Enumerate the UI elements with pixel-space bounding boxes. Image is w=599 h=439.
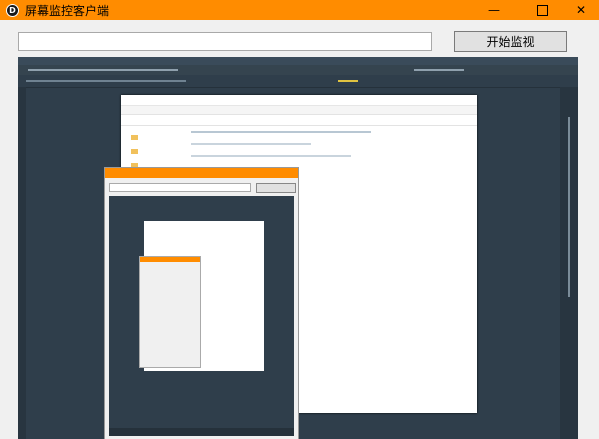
window-title: 屏幕监控客户端 xyxy=(25,3,110,18)
remote-ide-right-strip xyxy=(560,87,578,439)
remote-screen-view[interactable] xyxy=(18,57,578,439)
nested-titlebar xyxy=(105,168,298,178)
remote-toolbar-icons xyxy=(26,80,186,82)
remote-search-box xyxy=(414,69,464,71)
remote-menu-text xyxy=(28,69,178,71)
monitor-client-window: D 屏幕监控客户端 — ✕ 开始监视 xyxy=(0,0,599,439)
nested-monitor-window-2 xyxy=(139,256,201,368)
nested-address-input xyxy=(109,183,251,192)
remote-vertical-text xyxy=(568,117,570,297)
app-logo-icon: D xyxy=(6,3,19,17)
nested-monitor-window xyxy=(104,167,299,439)
remote-ide-titlebar xyxy=(18,57,578,65)
folder-icon xyxy=(131,149,138,154)
explorer-file-list xyxy=(191,143,311,145)
explorer-ribbon xyxy=(121,106,477,115)
remote-toolbar-highlight xyxy=(338,80,358,82)
nested-remote-screen xyxy=(109,196,294,436)
server-address-input[interactable] xyxy=(18,32,432,51)
explorer-titlebar xyxy=(121,95,477,106)
start-monitoring-button[interactable]: 开始监视 xyxy=(454,31,567,52)
remote-ide-menubar xyxy=(18,65,578,75)
nested-taskbar xyxy=(109,428,294,436)
remote-ide-toolbar xyxy=(18,75,578,88)
maximize-button[interactable] xyxy=(522,0,562,20)
folder-icon xyxy=(131,135,138,140)
nested-titlebar-2 xyxy=(140,257,200,262)
remote-ide-left-strip xyxy=(18,87,26,439)
close-button[interactable]: ✕ xyxy=(561,0,599,20)
maximize-icon xyxy=(536,4,548,16)
minimize-button[interactable]: — xyxy=(474,0,514,20)
nested-start-button xyxy=(256,183,296,193)
explorer-file-list xyxy=(191,155,351,157)
explorer-file-list xyxy=(191,131,371,133)
title-bar[interactable]: D 屏幕监控客户端 — ✕ xyxy=(0,0,599,20)
